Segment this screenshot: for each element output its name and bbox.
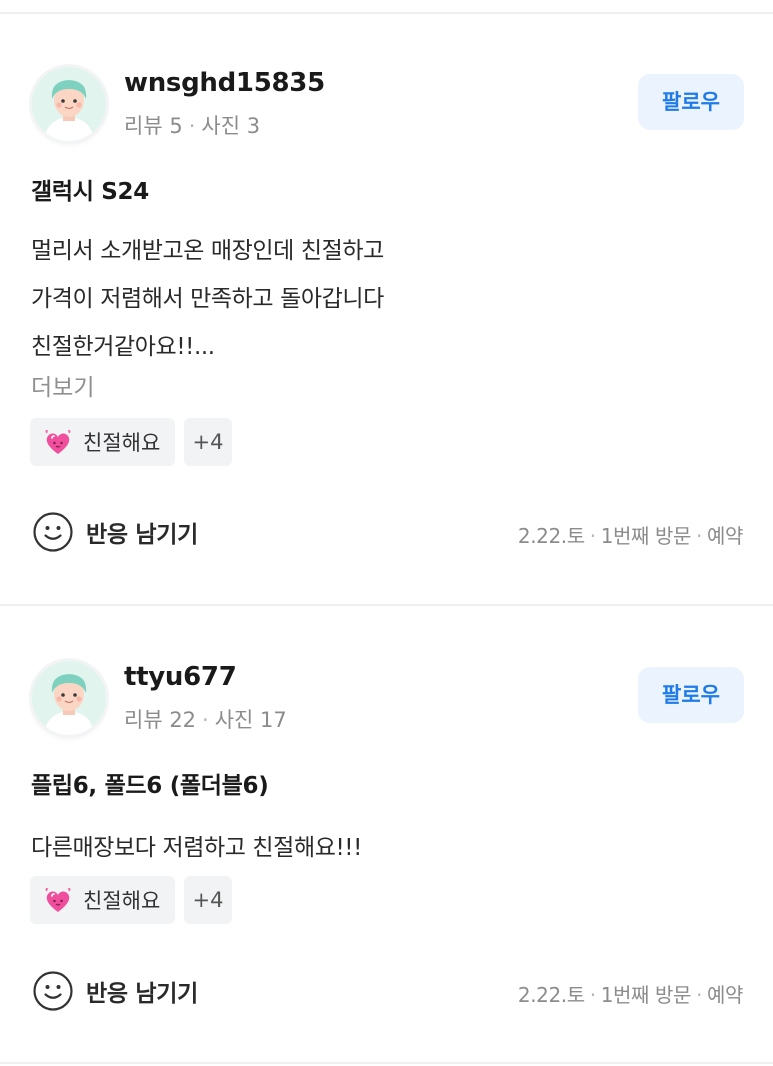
review-text-line: 멀리서 소개받고온 매장인데 친절하고 <box>31 238 384 264</box>
leave-reaction-label: 반응 남기기 <box>86 522 199 548</box>
follow-button[interactable]: 팔로우 <box>638 667 744 723</box>
smile-icon <box>33 971 73 1011</box>
photo-count: 사진 17 <box>214 708 287 732</box>
visit-date: 2.22.토 <box>517 524 585 548</box>
bottom-divider <box>0 1062 773 1064</box>
keyword-chip[interactable]: 친절해요 <box>30 876 175 924</box>
separator-dot: · <box>696 983 702 1007</box>
smile-icon <box>33 512 73 552</box>
review-count: 리뷰 5 <box>124 114 183 138</box>
separator-dot: · <box>188 114 196 138</box>
separator-dot: · <box>589 983 596 1007</box>
leave-reaction-button[interactable]: 반응 남기기 <box>32 511 198 553</box>
visit-date: 2.22.토 <box>517 983 585 1007</box>
keyword-more-chip[interactable]: +4 <box>184 418 232 466</box>
username[interactable]: ttyu677 <box>124 662 237 692</box>
avatar[interactable] <box>32 661 106 735</box>
keyword-label: 친절해요 <box>83 889 161 913</box>
review-text-line: 친절한거같아요!!... <box>31 334 215 360</box>
visit-type: 예약 <box>707 983 743 1007</box>
heart-icon <box>45 430 71 454</box>
visit-count: 1번째 방문 <box>600 524 692 548</box>
separator-dot: · <box>589 524 596 548</box>
separator-dot: · <box>696 524 702 548</box>
username[interactable]: wnsghd15835 <box>124 68 325 98</box>
more-link[interactable]: 더보기 <box>31 368 94 402</box>
review-card: wnsghd15835 리뷰 5 · 사진 3 팔로우 갤럭시 S24 멀리서 소개… <box>0 0 773 605</box>
leave-reaction-label: 반응 남기기 <box>86 981 199 1007</box>
photo-count: 사진 3 <box>201 114 261 138</box>
review-text-line: 가격이 저렴해서 만족하고 돌아갑니다 <box>31 286 384 312</box>
visit-info: 2.22.토 · 1번째 방문 · 예약 <box>517 979 744 1008</box>
separator-dot: · <box>202 708 209 732</box>
review-text-line: 다른매장보다 저렴하고 친절해요!!! <box>31 835 362 861</box>
keyword-chip[interactable]: 친절해요 <box>30 418 175 466</box>
keyword-more-chip[interactable]: +4 <box>184 876 232 924</box>
product-name: 플립6, 폴드6 (폴더블6) <box>31 773 269 799</box>
heart-icon <box>45 888 71 912</box>
leave-reaction-button[interactable]: 반응 남기기 <box>32 970 198 1012</box>
visit-count: 1번째 방문 <box>600 983 692 1007</box>
visit-info: 2.22.토 · 1번째 방문 · 예약 <box>517 520 744 549</box>
keyword-label: 친절해요 <box>83 431 161 455</box>
review-count: 리뷰 22 <box>124 708 197 732</box>
visit-type: 예약 <box>707 524 743 548</box>
review-meta: 리뷰 5 · 사진 3 <box>124 110 260 140</box>
avatar[interactable] <box>32 67 106 141</box>
review-card: ttyu677 리뷰 22 · 사진 17 팔로우 플립6, 폴드6 (폴더블6) … <box>0 606 773 1066</box>
review-meta: 리뷰 22 · 사진 17 <box>124 704 287 734</box>
follow-button[interactable]: 팔로우 <box>638 74 744 130</box>
product-name: 갤럭시 S24 <box>31 179 149 205</box>
